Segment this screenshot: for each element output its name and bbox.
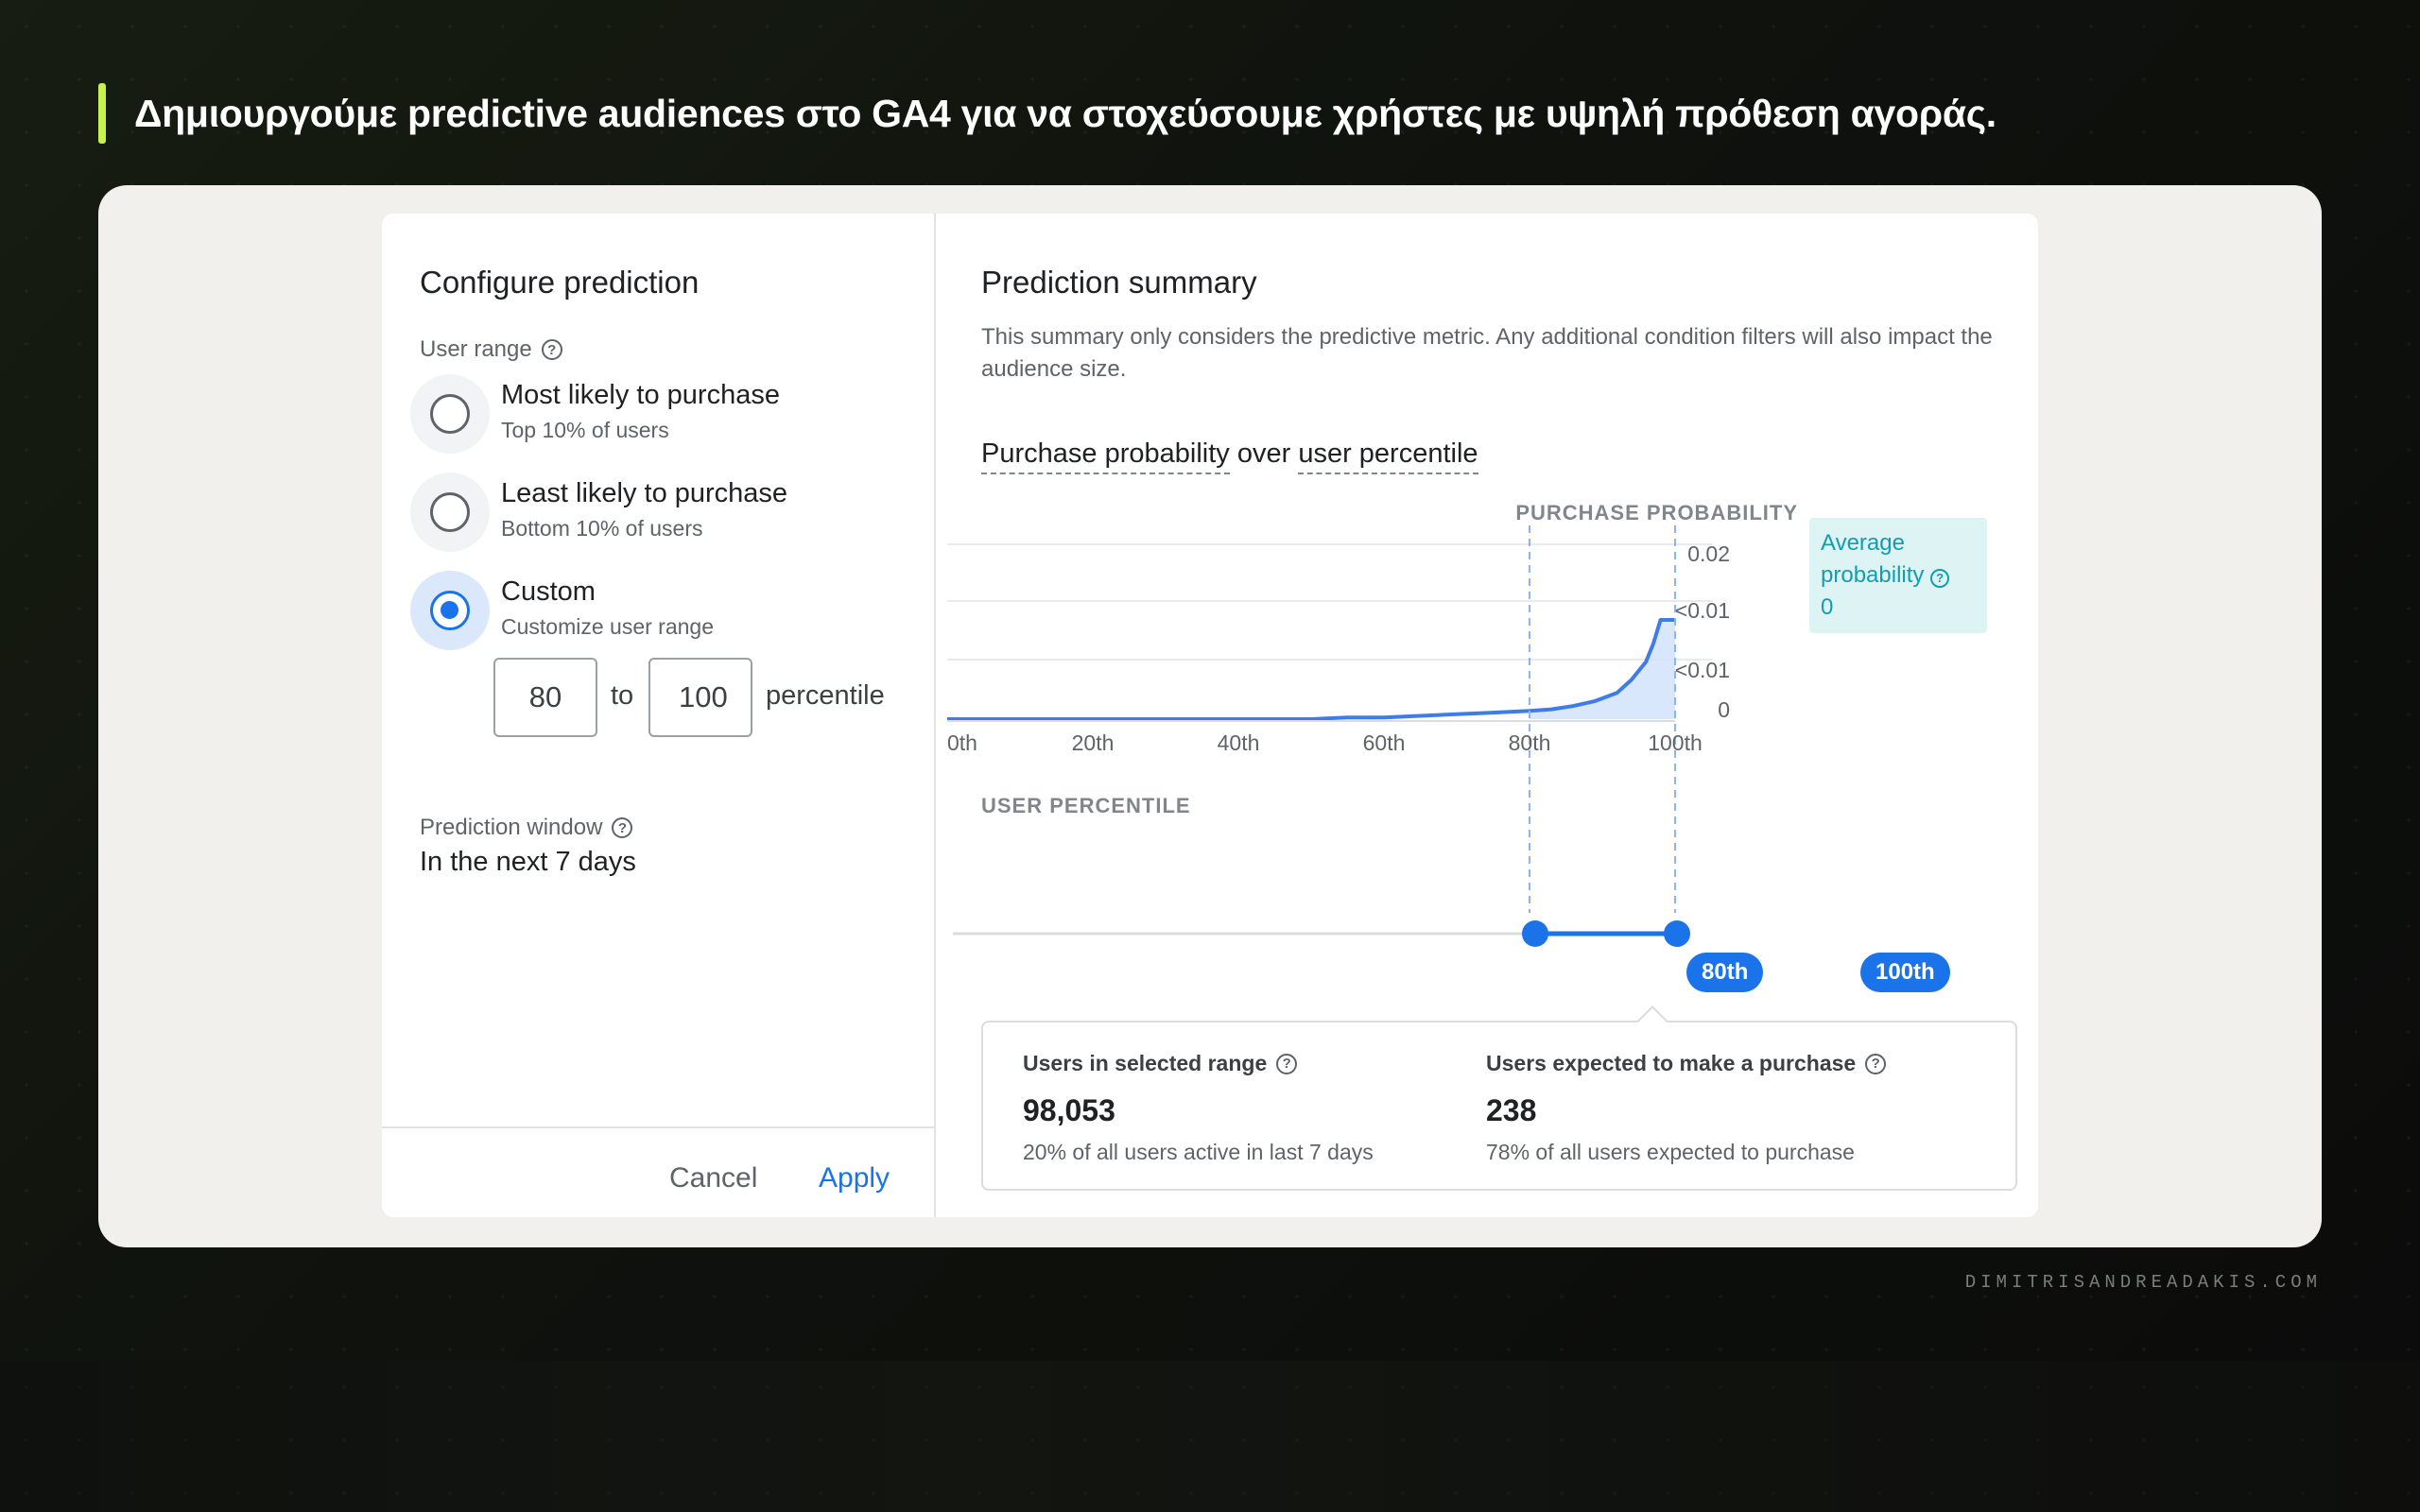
stat-label-text: Users expected to make a purchase (1486, 1051, 1857, 1075)
range-from-input[interactable] (493, 658, 597, 737)
configure-prediction-dialog: Configure prediction User range ? Most l… (382, 214, 2038, 1217)
average-probability-value: 0 (1821, 594, 1834, 620)
configure-title: Configure prediction (420, 265, 700, 300)
help-icon[interactable]: ? (1276, 1053, 1298, 1074)
radio-title: Most likely to purchase (501, 380, 780, 410)
radio-subtitle: Customize user range (501, 614, 714, 639)
user-range-label: User range ? (420, 336, 562, 363)
radio-button-selected[interactable] (430, 591, 470, 630)
stat-label-text: Users in selected range (1023, 1051, 1268, 1075)
x-tick-label: 20th (1072, 730, 1115, 755)
chart-title-dimension[interactable]: user percentile (1298, 438, 1478, 474)
y-tick-label: <0.01 (1675, 598, 1730, 623)
summary-stats-box: Users in selected range? 98,053 20% of a… (981, 1005, 2017, 1191)
y-axis-caption: PURCHASE PROBABILITY (1515, 501, 1798, 524)
average-probability-box: Average probability ? 0 (1809, 518, 1987, 633)
x-tick-label: 80th (1509, 730, 1551, 755)
stat-label: Users expected to make a purchase? (1486, 1051, 1887, 1076)
average-probability-label: Average probability ? (1821, 527, 1976, 592)
slider-chip-80th: 80th (1686, 953, 1764, 992)
watermark: DIMITRISANDREADAKIS.COM (1964, 1272, 2322, 1293)
highlight-area (1530, 620, 1675, 719)
stat-subtext: 20% of all users active in last 7 days (1023, 1140, 1374, 1164)
range-unit-label: percentile (766, 680, 885, 711)
x-tick-label: 60th (1363, 730, 1406, 755)
stat-subtext: 78% of all users expected to purchase (1486, 1140, 1855, 1164)
dialog-footer: Cancel Apply (382, 1126, 936, 1217)
y-tick-label: 0.02 (1687, 541, 1730, 566)
apply-button[interactable]: Apply (819, 1162, 890, 1194)
slide-headline: Δημιουργούμε predictive audiences στο GA… (98, 79, 1996, 147)
radio-button[interactable] (430, 394, 470, 434)
radio-subtitle: Top 10% of users (501, 418, 669, 442)
help-icon[interactable]: ? (1865, 1053, 1887, 1074)
probability-line (947, 618, 1675, 721)
radio-subtitle: Bottom 10% of users (501, 516, 703, 541)
configure-panel: Configure prediction User range ? Most l… (382, 214, 936, 1217)
range-to-input[interactable] (648, 658, 752, 737)
help-icon[interactable]: ? (612, 817, 633, 838)
y-tick-label: <0.01 (1675, 658, 1730, 682)
help-icon[interactable]: ? (541, 339, 562, 360)
stat-users-in-range: Users in selected range? 98,053 20% of a… (1023, 1051, 1374, 1165)
radio-title: Custom (501, 576, 596, 607)
prediction-window-value: In the next 7 days (420, 847, 636, 877)
x-tick-label: 0th (947, 730, 977, 755)
average-label-text: Average probability (1821, 530, 1925, 588)
purchase-probability-chart: 0.02 <0.01 <0.01 0 0th 20th 40th 60th 80th 100th (947, 525, 1730, 913)
y-tick-label: 0 (1718, 697, 1730, 722)
chart-title: Purchase probability over user percentil… (981, 438, 1478, 474)
help-icon[interactable]: ? (1930, 568, 1950, 588)
chart-title-over: over (1236, 438, 1291, 469)
prediction-window-text: Prediction window (420, 815, 603, 840)
stat-expected-purchasers: Users expected to make a purchase? 238 7… (1486, 1051, 1887, 1165)
x-tick-label: 100th (1648, 730, 1703, 755)
x-tick-label: 40th (1218, 730, 1260, 755)
prediction-window-label: Prediction window ? (420, 815, 633, 841)
radio-button[interactable] (430, 492, 470, 532)
slider-handle-from (1522, 920, 1548, 947)
prediction-summary-panel: Prediction summary This summary only con… (938, 214, 2038, 1217)
radio-dot (441, 601, 458, 619)
accent-bar (98, 83, 106, 144)
user-range-text: User range (420, 336, 532, 362)
stat-label: Users in selected range? (1023, 1051, 1374, 1076)
cancel-button[interactable]: Cancel (669, 1162, 757, 1194)
screenshot-card: Configure prediction User range ? Most l… (98, 185, 2322, 1247)
slider-handle-to (1664, 920, 1690, 947)
custom-range-inputs: to percentile (493, 658, 928, 737)
summary-title: Prediction summary (981, 265, 1257, 300)
slider-chip-100th: 100th (1860, 953, 1950, 992)
range-to-label: to (611, 680, 634, 711)
stat-value: 238 (1486, 1093, 1537, 1127)
summary-description: This summary only considers the predicti… (981, 324, 1993, 382)
percentile-range-slider[interactable] (938, 913, 1807, 1017)
stat-value: 98,053 (1023, 1093, 1115, 1127)
chart-title-metric[interactable]: Purchase probability (981, 438, 1230, 474)
headline-text: Δημιουργούμε predictive audiences στο GA… (134, 91, 1996, 135)
x-axis-caption: USER PERCENTILE (981, 794, 1191, 817)
radio-title: Least likely to purchase (501, 478, 788, 508)
background-bottom (0, 1361, 2420, 1512)
